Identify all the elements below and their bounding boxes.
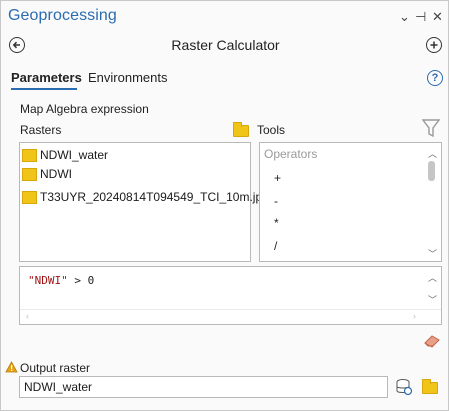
raster-item-label: NDWI [40, 167, 72, 181]
expression-text[interactable]: "NDWI" > 0 [28, 274, 94, 287]
tab-environments[interactable]: Environments [88, 70, 167, 85]
active-tab-indicator [11, 88, 77, 90]
pane-title: Geoprocessing [8, 7, 117, 24]
scroll-left-icon[interactable]: ‹ [26, 311, 29, 321]
scroll-up-icon[interactable]: ︿ [428, 271, 437, 284]
output-raster-label: Output raster [20, 361, 91, 375]
help-icon[interactable]: ? [427, 70, 443, 86]
tools-label: Tools [257, 123, 286, 137]
eraser-icon[interactable] [423, 334, 441, 348]
rasters-label: Rasters [20, 123, 62, 137]
operators-list[interactable]: Operators + - * / ︿ ﹀ [259, 142, 442, 262]
browse-folder-icon[interactable] [422, 379, 438, 394]
pane-options-icon[interactable]: ⌄ [399, 9, 410, 25]
raster-item-label: NDWI_water [40, 148, 109, 162]
raster-item[interactable]: NDWI_water [22, 146, 108, 164]
warning-icon [5, 361, 18, 373]
add-button[interactable] [426, 37, 442, 53]
operators-header: Operators [264, 147, 318, 161]
raster-item[interactable]: T33UYR_20240814T094549_TCI_10m.jp2 [22, 188, 269, 206]
geoprocessing-pane: Geoprocessing ⌄ ⊣ ✕ Raster Calculator Pa… [0, 0, 449, 411]
scroll-up-icon[interactable]: ︿ [428, 147, 437, 160]
map-algebra-label: Map Algebra expression [20, 102, 149, 116]
output-raster-input[interactable] [19, 376, 388, 398]
expression-editor[interactable]: "NDWI" > 0 ︿ ﹀ ‹ › [19, 266, 442, 325]
plus-icon [430, 41, 438, 49]
geodatabase-icon[interactable] [396, 378, 413, 396]
raster-dataset-icon [22, 190, 37, 204]
folder-icon[interactable] [233, 122, 249, 137]
raster-item-label: T33UYR_20240814T094549_TCI_10m.jp2 [40, 190, 269, 204]
raster-dataset-icon [22, 148, 37, 162]
expression-raster-name: "NDWI" [28, 274, 68, 287]
operator-minus[interactable]: - [274, 194, 278, 208]
expression-operator: > 0 [67, 274, 95, 287]
rasters-list[interactable]: NDWI_water NDWI T33UYR_20240814T094549_T… [19, 142, 269, 262]
raster-dataset-icon [22, 167, 37, 181]
tool-title: Raster Calculator [171, 37, 280, 53]
scroll-down-icon[interactable]: ﹀ [428, 293, 437, 306]
scrollbar-thumb[interactable] [428, 161, 435, 181]
scroll-down-icon[interactable]: ﹀ [428, 247, 437, 260]
close-icon[interactable]: ✕ [432, 9, 443, 25]
operator-multiply[interactable]: * [274, 216, 279, 230]
operator-plus[interactable]: + [274, 171, 281, 185]
horizontal-scrollbar[interactable]: ‹ › [20, 309, 441, 325]
filter-icon[interactable] [422, 118, 440, 138]
tab-parameters[interactable]: Parameters [11, 70, 82, 85]
scroll-right-icon[interactable]: › [413, 311, 416, 321]
raster-item[interactable]: NDWI [22, 165, 72, 183]
pin-icon[interactable]: ⊣ [415, 9, 426, 25]
operator-divide[interactable]: / [274, 239, 277, 253]
